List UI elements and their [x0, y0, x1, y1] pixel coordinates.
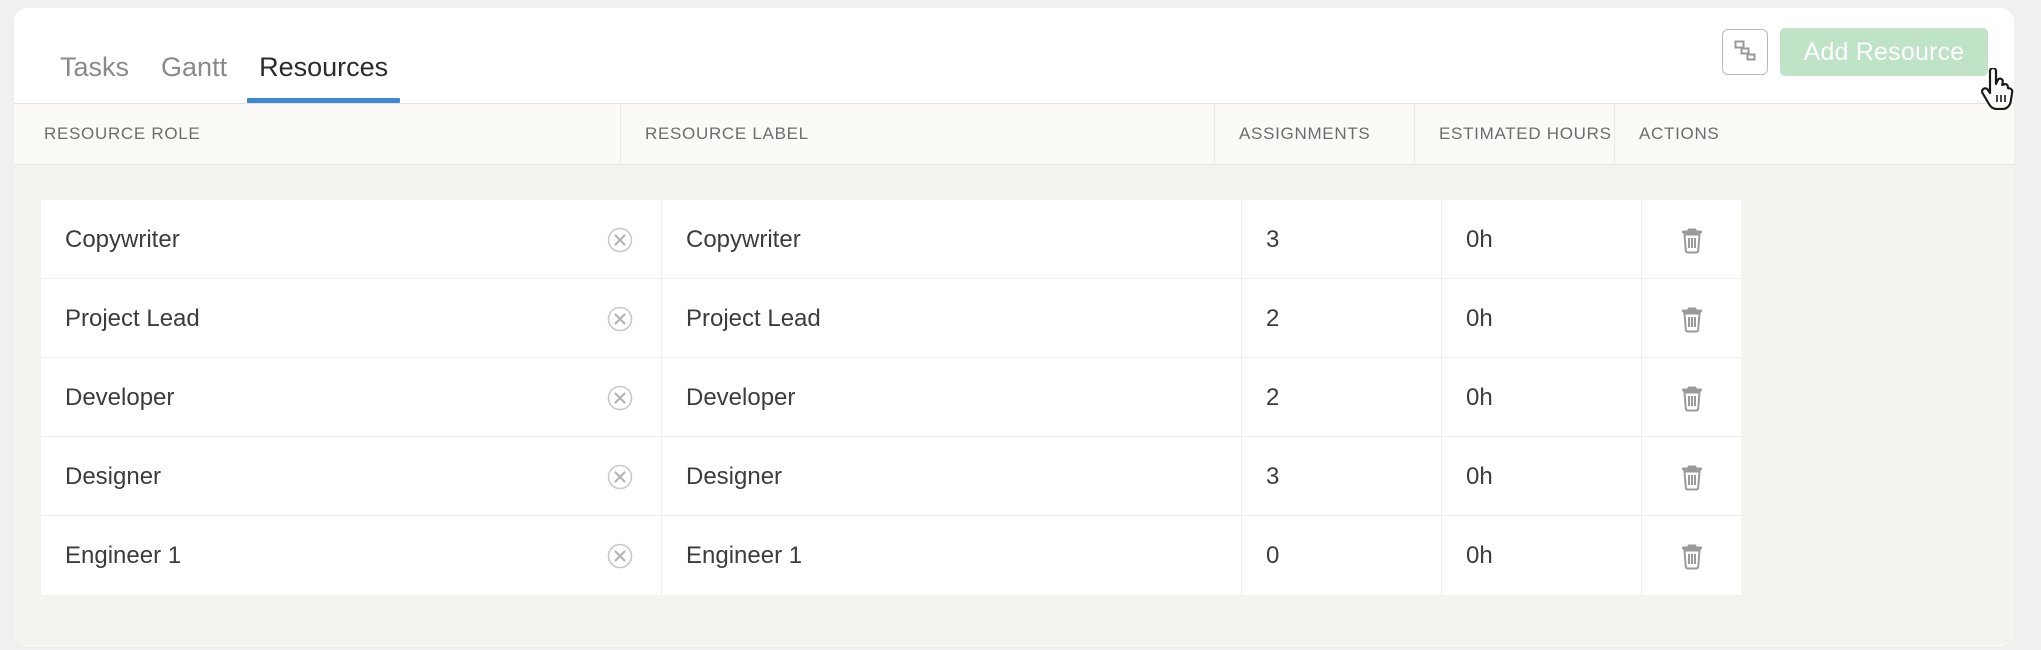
resources-card: Tasks Gantt Resources Add Resource RESOU… — [14, 8, 2014, 646]
cell-resource-label: Designer — [661, 437, 1241, 516]
table-row: Copywriter Copywriter 3 0h — [41, 200, 1741, 279]
cell-assignments: 2 — [1241, 358, 1441, 437]
add-resource-label: Add Resource — [1803, 37, 1965, 66]
tab-gantt[interactable]: Gantt — [145, 54, 243, 103]
trash-icon[interactable] — [1678, 225, 1706, 255]
resource-label-text: Developer — [686, 383, 796, 411]
estimated-hours-value: 0h — [1466, 541, 1493, 569]
cell-actions — [1641, 437, 1741, 516]
column-header-estimated-hours: ESTIMATED HOURS — [1414, 103, 1614, 165]
tab-tasks[interactable]: Tasks — [44, 54, 145, 103]
tab-resources-label: Resources — [259, 52, 389, 82]
cell-estimated-hours: 0h — [1441, 279, 1641, 358]
cell-resource-role: Engineer 1 — [41, 516, 661, 595]
assignments-value: 2 — [1266, 383, 1280, 411]
cell-actions — [1641, 200, 1741, 279]
clear-circle-x-icon[interactable] — [605, 462, 635, 492]
column-header-resource-label-label: RESOURCE LABEL — [645, 124, 809, 143]
cell-assignments: 3 — [1241, 437, 1441, 516]
resource-label-text: Project Lead — [686, 304, 821, 332]
cell-resource-role: Project Lead — [41, 279, 661, 358]
table-row: Project Lead Project Lead 2 0h — [41, 279, 1741, 358]
gantt-view-button[interactable] — [1722, 29, 1768, 75]
app-root: Tasks Gantt Resources Add Resource RESOU… — [0, 0, 2041, 650]
column-header-resource-role-label: RESOURCE ROLE — [44, 124, 201, 143]
resource-role-text: Engineer 1 — [65, 541, 182, 569]
resource-role-text: Copywriter — [65, 225, 180, 253]
assignments-value: 3 — [1266, 225, 1280, 253]
cell-resource-label: Copywriter — [661, 200, 1241, 279]
resource-label-text: Copywriter — [686, 225, 801, 253]
column-header-resource-label: RESOURCE LABEL — [620, 103, 1214, 165]
estimated-hours-value: 0h — [1466, 383, 1493, 411]
column-header-actions: ACTIONS — [1614, 103, 2014, 165]
table-row: Designer Designer 3 0h — [41, 437, 1741, 516]
resources-table: RESOURCE ROLE RESOURCE LABEL ASSIGNMENTS… — [14, 103, 2014, 645]
assignments-value: 0 — [1266, 541, 1280, 569]
tab-tasks-label: Tasks — [60, 52, 130, 82]
cell-resource-label: Developer — [661, 358, 1241, 437]
cell-estimated-hours: 0h — [1441, 200, 1641, 279]
cell-resource-label: Engineer 1 — [661, 516, 1241, 595]
estimated-hours-value: 0h — [1466, 304, 1493, 332]
tab-resources[interactable]: Resources — [243, 54, 404, 103]
resource-label-text: Engineer 1 — [686, 541, 803, 569]
estimated-hours-value: 0h — [1466, 462, 1493, 490]
clear-circle-x-icon[interactable] — [605, 225, 635, 255]
table-row: Developer Developer 2 0h — [41, 358, 1741, 437]
resource-role-text: Project Lead — [65, 304, 200, 332]
clear-circle-x-icon[interactable] — [605, 383, 635, 413]
trash-icon[interactable] — [1678, 541, 1706, 571]
cell-assignments: 3 — [1241, 200, 1441, 279]
tab-list: Tasks Gantt Resources — [44, 8, 404, 103]
column-header-assignments-label: ASSIGNMENTS — [1239, 124, 1371, 143]
trash-icon[interactable] — [1678, 304, 1706, 334]
resource-role-text: Developer — [65, 383, 175, 411]
assignments-value: 2 — [1266, 304, 1280, 332]
table-body: Copywriter Copywriter 3 0h Project Lead Proje… — [14, 165, 2014, 595]
cell-estimated-hours: 0h — [1441, 358, 1641, 437]
cell-assignments: 2 — [1241, 279, 1441, 358]
cell-actions — [1641, 516, 1741, 595]
tab-gantt-label: Gantt — [161, 52, 228, 82]
column-header-actions-label: ACTIONS — [1639, 124, 1720, 143]
trash-icon[interactable] — [1678, 383, 1706, 413]
cascade-squares-icon — [1732, 37, 1758, 68]
cell-estimated-hours: 0h — [1441, 437, 1641, 516]
cell-actions — [1641, 279, 1741, 358]
cell-assignments: 0 — [1241, 516, 1441, 595]
tab-bar: Tasks Gantt Resources Add Resource — [14, 8, 2014, 104]
resource-label-text: Designer — [686, 462, 783, 490]
trash-icon[interactable] — [1678, 462, 1706, 492]
column-header-assignments: ASSIGNMENTS — [1214, 103, 1414, 165]
cell-resource-role: Designer — [41, 437, 661, 516]
clear-circle-x-icon[interactable] — [605, 541, 635, 571]
add-resource-button[interactable]: Add Resource — [1780, 28, 1988, 76]
assignments-value: 3 — [1266, 462, 1280, 490]
cell-resource-role: Developer — [41, 358, 661, 437]
column-header-estimated-hours-label: ESTIMATED HOURS — [1439, 124, 1612, 143]
clear-circle-x-icon[interactable] — [605, 304, 635, 334]
resource-role-text: Designer — [65, 462, 162, 490]
cell-actions — [1641, 358, 1741, 437]
cell-resource-label: Project Lead — [661, 279, 1241, 358]
column-header-resource-role: RESOURCE ROLE — [14, 104, 620, 165]
toolbar-actions: Add Resource — [1722, 28, 1988, 76]
estimated-hours-value: 0h — [1466, 225, 1493, 253]
table-header-row: RESOURCE ROLE RESOURCE LABEL ASSIGNMENTS… — [14, 103, 2014, 165]
cell-resource-role: Copywriter — [41, 200, 661, 279]
cell-estimated-hours: 0h — [1441, 516, 1641, 595]
table-row: Engineer 1 Engineer 1 0 0h — [41, 516, 1741, 595]
